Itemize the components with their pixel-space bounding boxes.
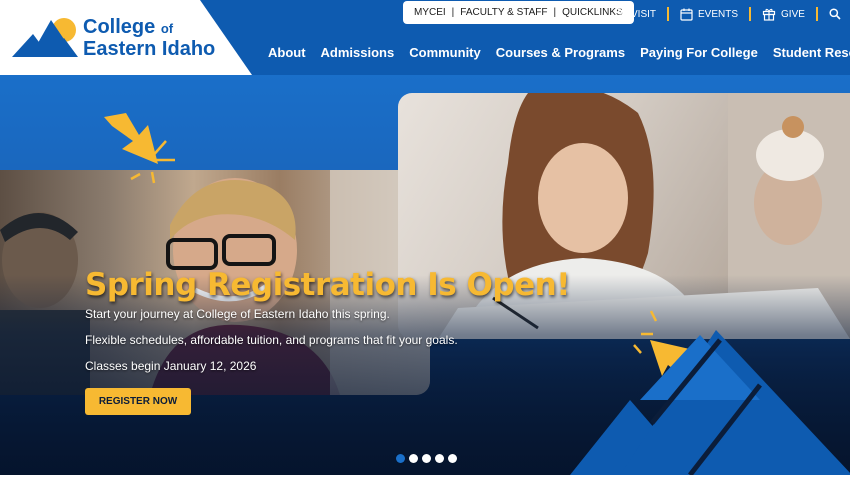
carousel-dot-2[interactable]	[409, 454, 418, 463]
utility-separator: |	[553, 7, 557, 18]
utility-separator: |	[451, 7, 455, 18]
divider	[749, 7, 752, 21]
calendar-icon	[680, 8, 693, 21]
gift-icon	[762, 8, 776, 21]
divider	[667, 7, 670, 21]
hero-banner: Spring Registration Is Open! Start your …	[0, 75, 850, 475]
logo-line1: College	[83, 16, 156, 38]
carousel-dot-5[interactable]	[448, 454, 457, 463]
mountain-graphic	[570, 330, 850, 475]
nav-student-resources[interactable]: Student Resources	[773, 45, 850, 60]
arrow-graphic-top	[104, 113, 175, 184]
main-nav: About Admissions Community Courses & Pro…	[268, 45, 850, 60]
logo-line1-suffix: of	[160, 21, 174, 36]
search-icon[interactable]	[829, 8, 841, 20]
nav-courses-programs[interactable]: Courses & Programs	[496, 45, 625, 60]
visit-link[interactable]: VISIT	[614, 7, 656, 21]
events-link[interactable]: EVENTS	[680, 8, 738, 21]
header-actions: VISIT EVENTS GIVE	[614, 6, 841, 22]
carousel-dot-1[interactable]	[396, 454, 405, 463]
logo-line2: Eastern Idaho	[83, 38, 216, 60]
nav-paying-for-college[interactable]: Paying For College	[640, 45, 758, 60]
carousel-dot-3[interactable]	[422, 454, 431, 463]
nav-admissions[interactable]: Admissions	[321, 45, 395, 60]
utility-links: MYCEI | FACULTY & STAFF | QUICKLINKS	[403, 1, 634, 24]
nav-community[interactable]: Community	[409, 45, 481, 60]
events-label: EVENTS	[698, 8, 739, 20]
hero-line-3: Classes begin January 12, 2026	[85, 359, 257, 373]
faculty-staff-link[interactable]: FACULTY & STAFF	[460, 7, 547, 18]
divider	[815, 7, 818, 21]
give-label: GIVE	[781, 8, 805, 20]
hero-line-1: Start your journey at College of Eastern…	[85, 307, 390, 321]
nav-about[interactable]: About	[268, 45, 306, 60]
mycei-link[interactable]: MYCEI	[414, 7, 446, 18]
hero-headline: Spring Registration Is Open!	[85, 267, 570, 303]
site-header: College of Eastern Idaho MYCEI | FACULTY…	[0, 0, 850, 75]
give-link[interactable]: GIVE	[762, 7, 805, 21]
logo[interactable]: College of Eastern Idaho	[0, 0, 252, 75]
visit-label: VISIT	[631, 8, 657, 20]
register-now-button[interactable]: REGISTER NOW	[85, 388, 191, 415]
map-pin-icon	[614, 7, 626, 21]
hero-line-2: Flexible schedules, affordable tuition, …	[85, 333, 458, 347]
carousel-dot-4[interactable]	[435, 454, 444, 463]
carousel-dots	[396, 454, 457, 463]
